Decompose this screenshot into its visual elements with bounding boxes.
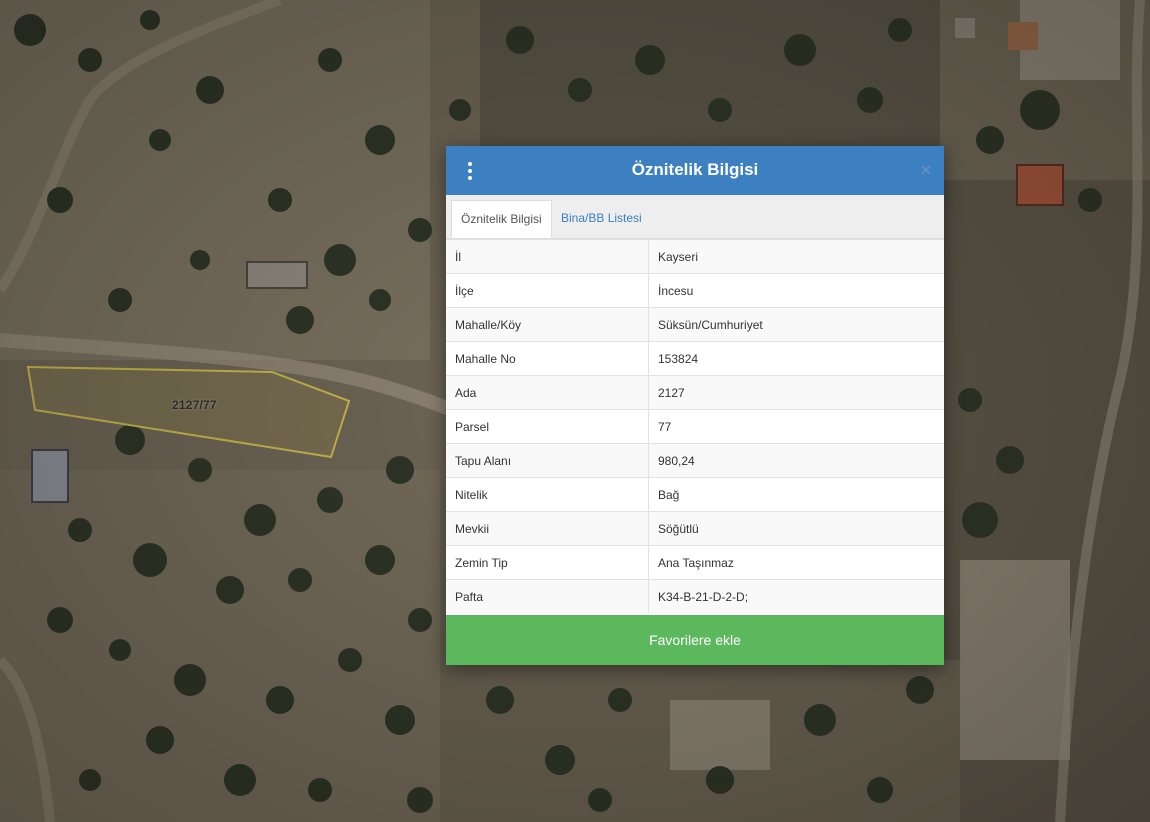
row-value: K34-B-21-D-2-D; [648,579,944,613]
row-key: Pafta [446,579,649,613]
row-key: Mahalle No [446,341,649,376]
close-icon[interactable]: × [920,160,931,180]
table-row: İl Kayseri [446,239,944,274]
attribute-dialog: Öznitelik Bilgisi × Öznitelik Bilgisi Bi… [446,146,944,665]
table-row: Ada 2127 [446,375,944,410]
table-row: Mahalle/Köy Süksün/Cumhuriyet [446,307,944,342]
table-row: Tapu Alanı 980,24 [446,443,944,478]
row-key: Ada [446,375,649,410]
table-row: Parsel 77 [446,409,944,444]
table-row: Mevkii Söğütlü [446,511,944,546]
table-row: Zemin Tip Ana Taşınmaz [446,545,944,580]
row-value: 77 [648,409,944,444]
table-row: Mahalle No 153824 [446,341,944,376]
tab-building-list[interactable]: Bina/BB Listesi [552,200,651,237]
row-value: 2127 [648,375,944,410]
row-value: Kayseri [648,239,944,274]
row-key: Nitelik [446,477,649,512]
row-value: Bağ [648,477,944,512]
tab-bar: Öznitelik Bilgisi Bina/BB Listesi [446,195,944,239]
row-value: Ana Taşınmaz [648,545,944,580]
dialog-header: Öznitelik Bilgisi × [446,146,944,195]
parcel-label: 2127/77 [172,398,217,412]
row-value: İncesu [648,273,944,308]
add-to-favorites-button[interactable]: Favorilere ekle [446,615,944,665]
tab-attribute-info[interactable]: Öznitelik Bilgisi [451,200,552,238]
row-key: Mevkii [446,511,649,546]
row-value: Söğütlü [648,511,944,546]
row-value: Süksün/Cumhuriyet [648,307,944,342]
dialog-title: Öznitelik Bilgisi [631,160,759,179]
row-key: İlçe [446,273,649,308]
map-view[interactable]: 2127/77 Öznitelik Bilgisi × Öznitelik Bi… [0,0,1150,822]
row-key: Mahalle/Köy [446,307,649,342]
table-row: Nitelik Bağ [446,477,944,512]
table-row: İlçe İncesu [446,273,944,308]
attribute-table: İl Kayseri İlçe İncesu Mahalle/Köy Süksü… [446,239,944,613]
row-key: Parsel [446,409,649,444]
row-key: Tapu Alanı [446,443,649,478]
row-value: 153824 [648,341,944,376]
row-value: 980,24 [648,443,944,478]
row-key: İl [446,239,649,274]
row-key: Zemin Tip [446,545,649,580]
table-row: Pafta K34-B-21-D-2-D; [446,579,944,613]
